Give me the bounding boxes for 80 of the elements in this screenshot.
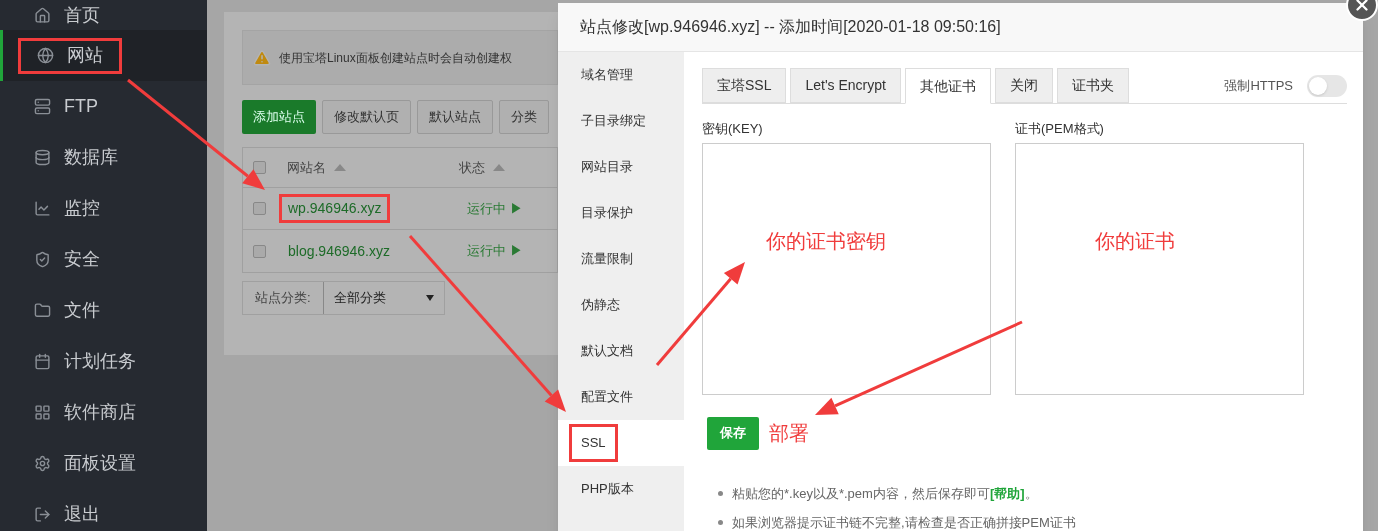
dialog-title: 站点修改[wp.946946.xyz] -- 添加时间[2020-01-18 09:50:16] — [580, 17, 1001, 37]
sidebar-label: 安全 — [64, 248, 100, 271]
checkbox[interactable] — [253, 202, 266, 215]
menu-item[interactable]: PHP版本 — [558, 466, 684, 512]
toolbar-button[interactable]: 修改默认页 — [322, 100, 411, 134]
notice-text: 使用宝塔Linux面板创建站点时会自动创建权 — [279, 49, 512, 67]
sidebar-label: 面板设置 — [64, 452, 136, 475]
menu-item[interactable]: 流量限制 — [558, 236, 684, 282]
checkbox[interactable] — [253, 161, 266, 174]
annotation-text: 部署 — [769, 421, 809, 446]
sidebar-label: 软件商店 — [64, 401, 136, 424]
calendar-icon — [34, 353, 51, 370]
sidebar-label: 首页 — [64, 3, 100, 27]
column-header[interactable]: 状态 — [459, 157, 485, 178]
annotation-text: 你的证书 — [1095, 228, 1175, 254]
sidebar-item[interactable]: 网站 — [0, 30, 207, 81]
filter-label: 站点分类: — [254, 289, 312, 308]
note-text: 粘贴您的*.key以及*.pem内容，然后保存即可[帮助]。 — [732, 484, 1038, 503]
sidebar-item[interactable]: 文件 — [0, 285, 207, 336]
gear-icon — [34, 455, 51, 472]
force-https-label: 强制HTTPS — [1224, 76, 1293, 95]
tab[interactable]: 证书夹 — [1056, 68, 1129, 103]
tab[interactable]: 其他证书 — [904, 68, 991, 104]
sort-icon[interactable] — [334, 164, 346, 171]
column-header[interactable]: 网站名 — [287, 157, 326, 178]
sidebar-item[interactable]: 软件商店 — [0, 387, 207, 438]
sidebar-item[interactable]: 计划任务 — [0, 336, 207, 387]
menu-item[interactable]: 域名管理 — [558, 52, 684, 98]
menu-item[interactable]: SSL — [558, 420, 684, 466]
menu-item[interactable]: 网站目录 — [558, 144, 684, 190]
menu-item[interactable]: 伪静态 — [558, 282, 684, 328]
sidebar-item[interactable]: 安全 — [0, 234, 207, 285]
logout-icon — [34, 506, 51, 523]
dropdown-icon — [426, 295, 434, 301]
menu-item[interactable]: 配置文件 — [558, 374, 684, 420]
sidebar-item[interactable]: FTP — [0, 81, 207, 132]
textarea-field[interactable]: 你的证书密钥 — [702, 142, 991, 395]
sidebar-item[interactable]: 监控 — [0, 183, 207, 234]
shield-icon — [34, 251, 51, 268]
menu-item[interactable]: 默认文档 — [558, 328, 684, 374]
bullet-icon — [718, 520, 723, 526]
tab[interactable]: 关闭 — [994, 68, 1053, 103]
note-text: 如果浏览器提示证书链不完整,请检查是否正确拼接PEM证书 — [732, 514, 1076, 531]
sidebar-label: 网站 — [67, 44, 103, 67]
chart-icon — [34, 200, 51, 217]
textarea-field[interactable]: 你的证书 — [1015, 142, 1304, 395]
sidebar-item[interactable]: 面板设置 — [0, 438, 207, 489]
sidebar-label: 文件 — [64, 299, 100, 322]
sort-icon[interactable] — [493, 164, 505, 171]
toolbar-button[interactable]: 分类 — [499, 100, 549, 134]
grid-icon — [34, 404, 51, 421]
sidebar-label: 退出 — [64, 503, 100, 526]
field-label: 证书(PEM格式) — [1015, 120, 1105, 138]
server-icon — [34, 98, 51, 115]
globe-icon — [37, 47, 54, 64]
checkbox[interactable] — [253, 244, 266, 258]
folder-icon — [34, 302, 51, 319]
database-icon — [34, 149, 51, 166]
sidebar-label: 计划任务 — [64, 350, 136, 373]
tab[interactable]: 宝塔SSL — [702, 68, 787, 103]
field-label: 密钥(KEY) — [702, 120, 764, 138]
status-text: 运行中 ▶ — [467, 242, 523, 261]
bullet-icon — [718, 490, 723, 496]
sidebar-item[interactable]: 数据库 — [0, 132, 207, 183]
annotation-text: 你的证书密钥 — [766, 228, 886, 254]
tab[interactable]: Let's Encrypt — [790, 68, 901, 103]
sidebar-label: FTP — [64, 95, 98, 118]
sidebar-label: 数据库 — [64, 146, 118, 169]
sidebar-label: 监控 — [64, 197, 100, 220]
toggle-switch[interactable] — [1307, 74, 1347, 97]
toolbar-button[interactable]: 默认站点 — [417, 100, 493, 134]
sidebar-item[interactable]: 首页 — [0, 0, 207, 30]
sidebar-item[interactable]: 退出 — [0, 489, 207, 531]
warning-icon — [253, 48, 271, 67]
status-text: 运行中 ▶ — [467, 199, 523, 218]
menu-item[interactable]: 子目录绑定 — [558, 98, 684, 144]
close-icon — [1353, 0, 1371, 14]
toolbar-button[interactable]: 添加站点 — [242, 100, 316, 134]
home-icon — [34, 6, 51, 24]
menu-item[interactable]: 目录保护 — [558, 190, 684, 236]
